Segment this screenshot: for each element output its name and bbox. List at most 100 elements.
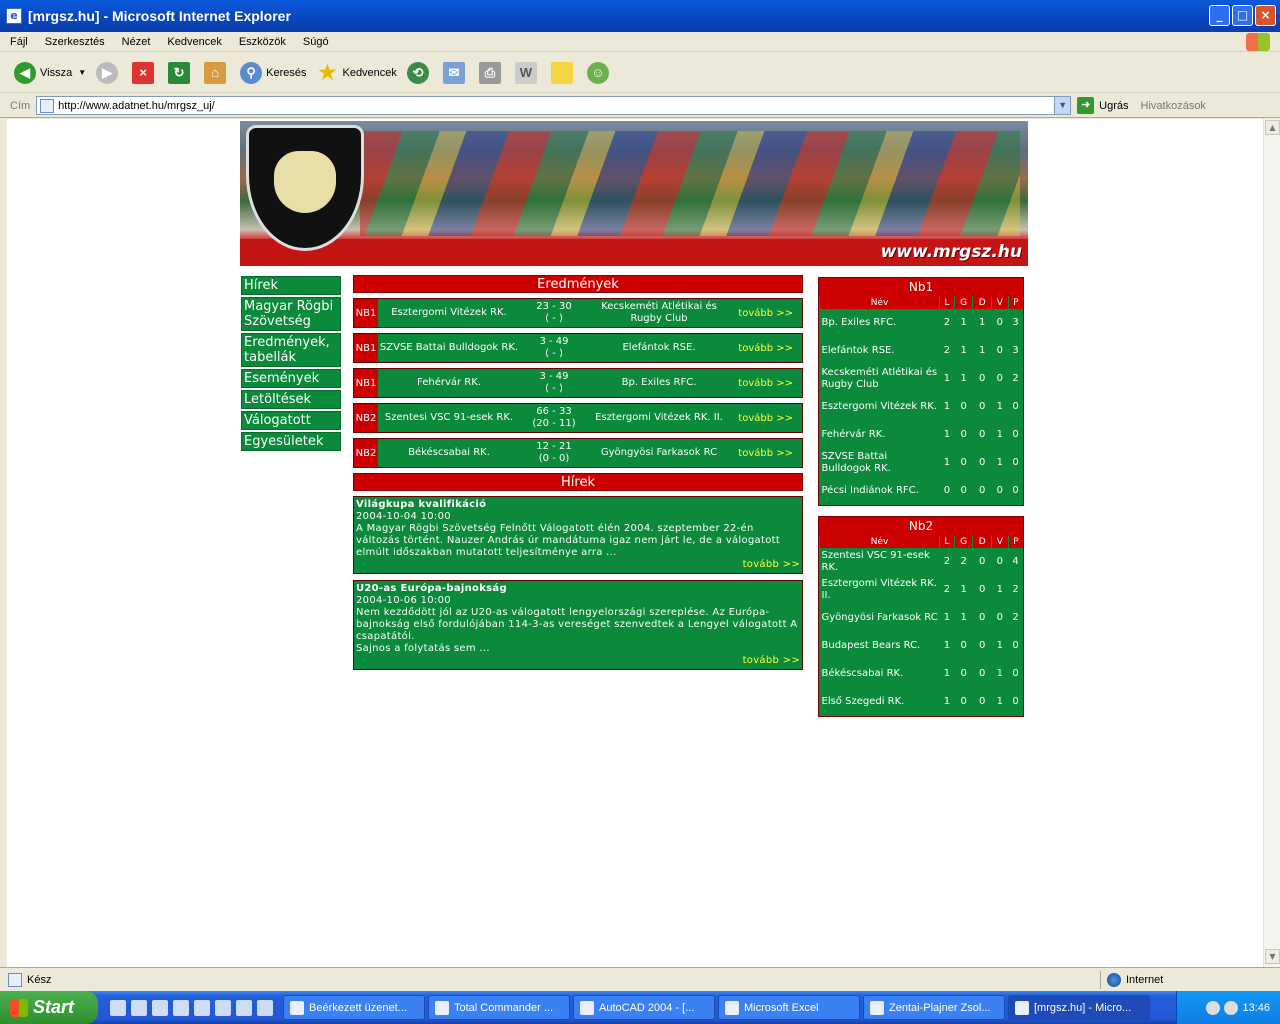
- nav-downloads[interactable]: Letöltések: [241, 390, 341, 409]
- column-header: Név: [819, 296, 940, 309]
- go-button[interactable]: ➜ Ugrás: [1077, 97, 1129, 114]
- quicklaunch-icon[interactable]: [215, 999, 231, 1016]
- minimize-button[interactable]: _: [1209, 5, 1230, 26]
- menu-tools[interactable]: Eszközök: [239, 36, 286, 48]
- task-autocad[interactable]: AutoCAD 2004 - [...: [573, 995, 715, 1020]
- discuss-button[interactable]: [550, 61, 577, 84]
- menu-favorites[interactable]: Kedvencek: [167, 36, 221, 48]
- page-icon: [40, 98, 55, 113]
- links-button[interactable]: Hivatkozások: [1141, 100, 1206, 112]
- nav-national-team[interactable]: Válogatott: [241, 411, 341, 430]
- menu-bar: Fájl Szerkesztés Nézet Kedvencek Eszközö…: [0, 32, 1280, 52]
- away-team: Gyöngyösi Farkasok RC: [600, 447, 718, 458]
- quicklaunch-icon[interactable]: [173, 999, 189, 1016]
- close-button[interactable]: ×: [1255, 5, 1276, 26]
- messenger-button[interactable]: ☺: [586, 61, 613, 84]
- match-row: NB1 SZVSE Battai Bulldogok RK. 3 - 49( -…: [353, 333, 803, 363]
- column-header: V: [990, 535, 1009, 548]
- tray-icon[interactable]: [1224, 1000, 1239, 1015]
- match-more-link[interactable]: tovább >>: [730, 308, 796, 319]
- table-row: Esztergomi Vitézek RK. II. 2 1 0 1 2: [820, 576, 1024, 604]
- address-input[interactable]: http://www.adatnet.hu/mrgsz_uj/ ▼: [36, 96, 1072, 115]
- match-more-link[interactable]: tovább >>: [730, 343, 796, 354]
- table-row: Budapest Bears RC. 1 0 0 1 0: [820, 632, 1024, 660]
- task-excel[interactable]: Microsoft Excel: [718, 995, 860, 1020]
- news-title[interactable]: U20-as Európa-bajnokság: [356, 583, 800, 595]
- task-opera[interactable]: Zentai-Plajner Zsol...: [863, 995, 1005, 1020]
- menu-view[interactable]: Nézet: [122, 36, 151, 48]
- home-button[interactable]: ⌂: [204, 61, 230, 84]
- app-icon: [1015, 1000, 1029, 1015]
- news-more-link[interactable]: tovább >>: [356, 559, 800, 571]
- print-button[interactable]: ⎙: [478, 61, 505, 84]
- quicklaunch-icon[interactable]: [194, 999, 210, 1016]
- task-total-commander[interactable]: Total Commander ...: [428, 995, 570, 1020]
- back-button[interactable]: ◀ Vissza ▼: [14, 61, 86, 84]
- quicklaunch-icon[interactable]: [110, 999, 126, 1016]
- table-header-row: Név L G D V P: [819, 296, 1023, 309]
- away-team: Bp. Exiles RFC.: [621, 377, 697, 388]
- address-dropdown-icon[interactable]: ▼: [1054, 97, 1071, 114]
- windows-logo-icon: [1246, 33, 1270, 51]
- task-outlook[interactable]: Beérkezett üzenet...: [283, 995, 425, 1020]
- nav-clubs[interactable]: Egyesületek: [241, 432, 341, 451]
- maximize-button[interactable]: □: [1232, 5, 1253, 26]
- mail-button[interactable]: ✉: [442, 61, 469, 84]
- quicklaunch-icon[interactable]: [236, 999, 252, 1016]
- stat-cell: 1: [996, 584, 1003, 595]
- nav-results[interactable]: Eredmények, tabellák: [241, 333, 341, 367]
- start-button[interactable]: Start: [0, 991, 98, 1024]
- menu-edit[interactable]: Szerkesztés: [45, 36, 105, 48]
- column-header: D: [972, 535, 992, 548]
- search-icon: ⚲: [240, 61, 263, 84]
- table-row: Kecskeméti Atlétikai és Rugby Club 1 1 0 0 2: [820, 365, 1024, 393]
- forward-button[interactable]: ▶: [96, 61, 122, 84]
- task-ie[interactable]: [mrgsz.hu] - Micro...: [1008, 995, 1150, 1020]
- stat-cell: 1: [943, 668, 951, 679]
- score: 3 - 49( - ): [520, 336, 588, 360]
- halftime-score: ( - ): [545, 313, 563, 324]
- ie-icon: e: [6, 8, 22, 24]
- history-button[interactable]: ⟲: [406, 61, 433, 84]
- stat-cell: 0: [978, 485, 986, 496]
- scroll-down-icon[interactable]: ▼: [1265, 949, 1280, 964]
- banner-url: www.mrgsz.hu: [880, 242, 1022, 262]
- home-team: SZVSE Battai Bulldogok RK.: [379, 342, 519, 353]
- nav-federation[interactable]: Magyar Rögbi Szövetség: [241, 297, 341, 331]
- scroll-up-icon[interactable]: ▲: [1265, 120, 1280, 135]
- score: 66 - 33 (20 - 11): [520, 406, 588, 430]
- nav-events[interactable]: Események: [241, 369, 341, 388]
- menu-file[interactable]: Fájl: [10, 36, 28, 48]
- security-zone: Internet: [1100, 971, 1163, 989]
- stat-cell: 0: [1012, 429, 1019, 440]
- quicklaunch-icon[interactable]: [152, 999, 168, 1016]
- clock: 13:46: [1242, 1001, 1270, 1014]
- quicklaunch-icon[interactable]: [257, 999, 273, 1016]
- edit-button[interactable]: W: [514, 61, 541, 84]
- column-header: L: [939, 296, 955, 309]
- stat-cell: 0: [978, 429, 986, 440]
- mail-icon: ✉: [442, 61, 465, 84]
- stat-cell: 0: [960, 401, 967, 412]
- tray-icon[interactable]: [1206, 1000, 1221, 1015]
- refresh-button[interactable]: ↻: [168, 61, 194, 84]
- news-title[interactable]: Világkupa kvalifikáció: [356, 499, 800, 511]
- stat-cell: 1: [996, 457, 1003, 468]
- table-row: Szentesi VSC 91-esek RK. 2 2 0 0 4: [820, 548, 1024, 576]
- vertical-scrollbar[interactable]: ▲ ▼: [1263, 119, 1280, 967]
- stat-cell: 0: [978, 668, 986, 679]
- match-more-link[interactable]: tovább >>: [730, 448, 796, 459]
- system-tray: 13:46: [1176, 991, 1280, 1024]
- nav-news[interactable]: Hírek: [241, 276, 341, 295]
- search-button[interactable]: ⚲ Keresés: [240, 61, 306, 84]
- team-name: Elefántok RSE.: [821, 345, 895, 356]
- favorites-button[interactable]: ★ Kedvencek: [316, 62, 397, 84]
- match-more-link[interactable]: tovább >>: [730, 413, 796, 424]
- news-more-link[interactable]: tovább >>: [356, 655, 800, 667]
- league-badge: NB2: [354, 439, 378, 467]
- quicklaunch-icon[interactable]: [131, 999, 147, 1016]
- stat-cell: 1: [943, 612, 951, 623]
- match-more-link[interactable]: tovább >>: [730, 378, 796, 389]
- menu-help[interactable]: Súgó: [303, 36, 329, 48]
- stop-button[interactable]: ×: [132, 61, 158, 84]
